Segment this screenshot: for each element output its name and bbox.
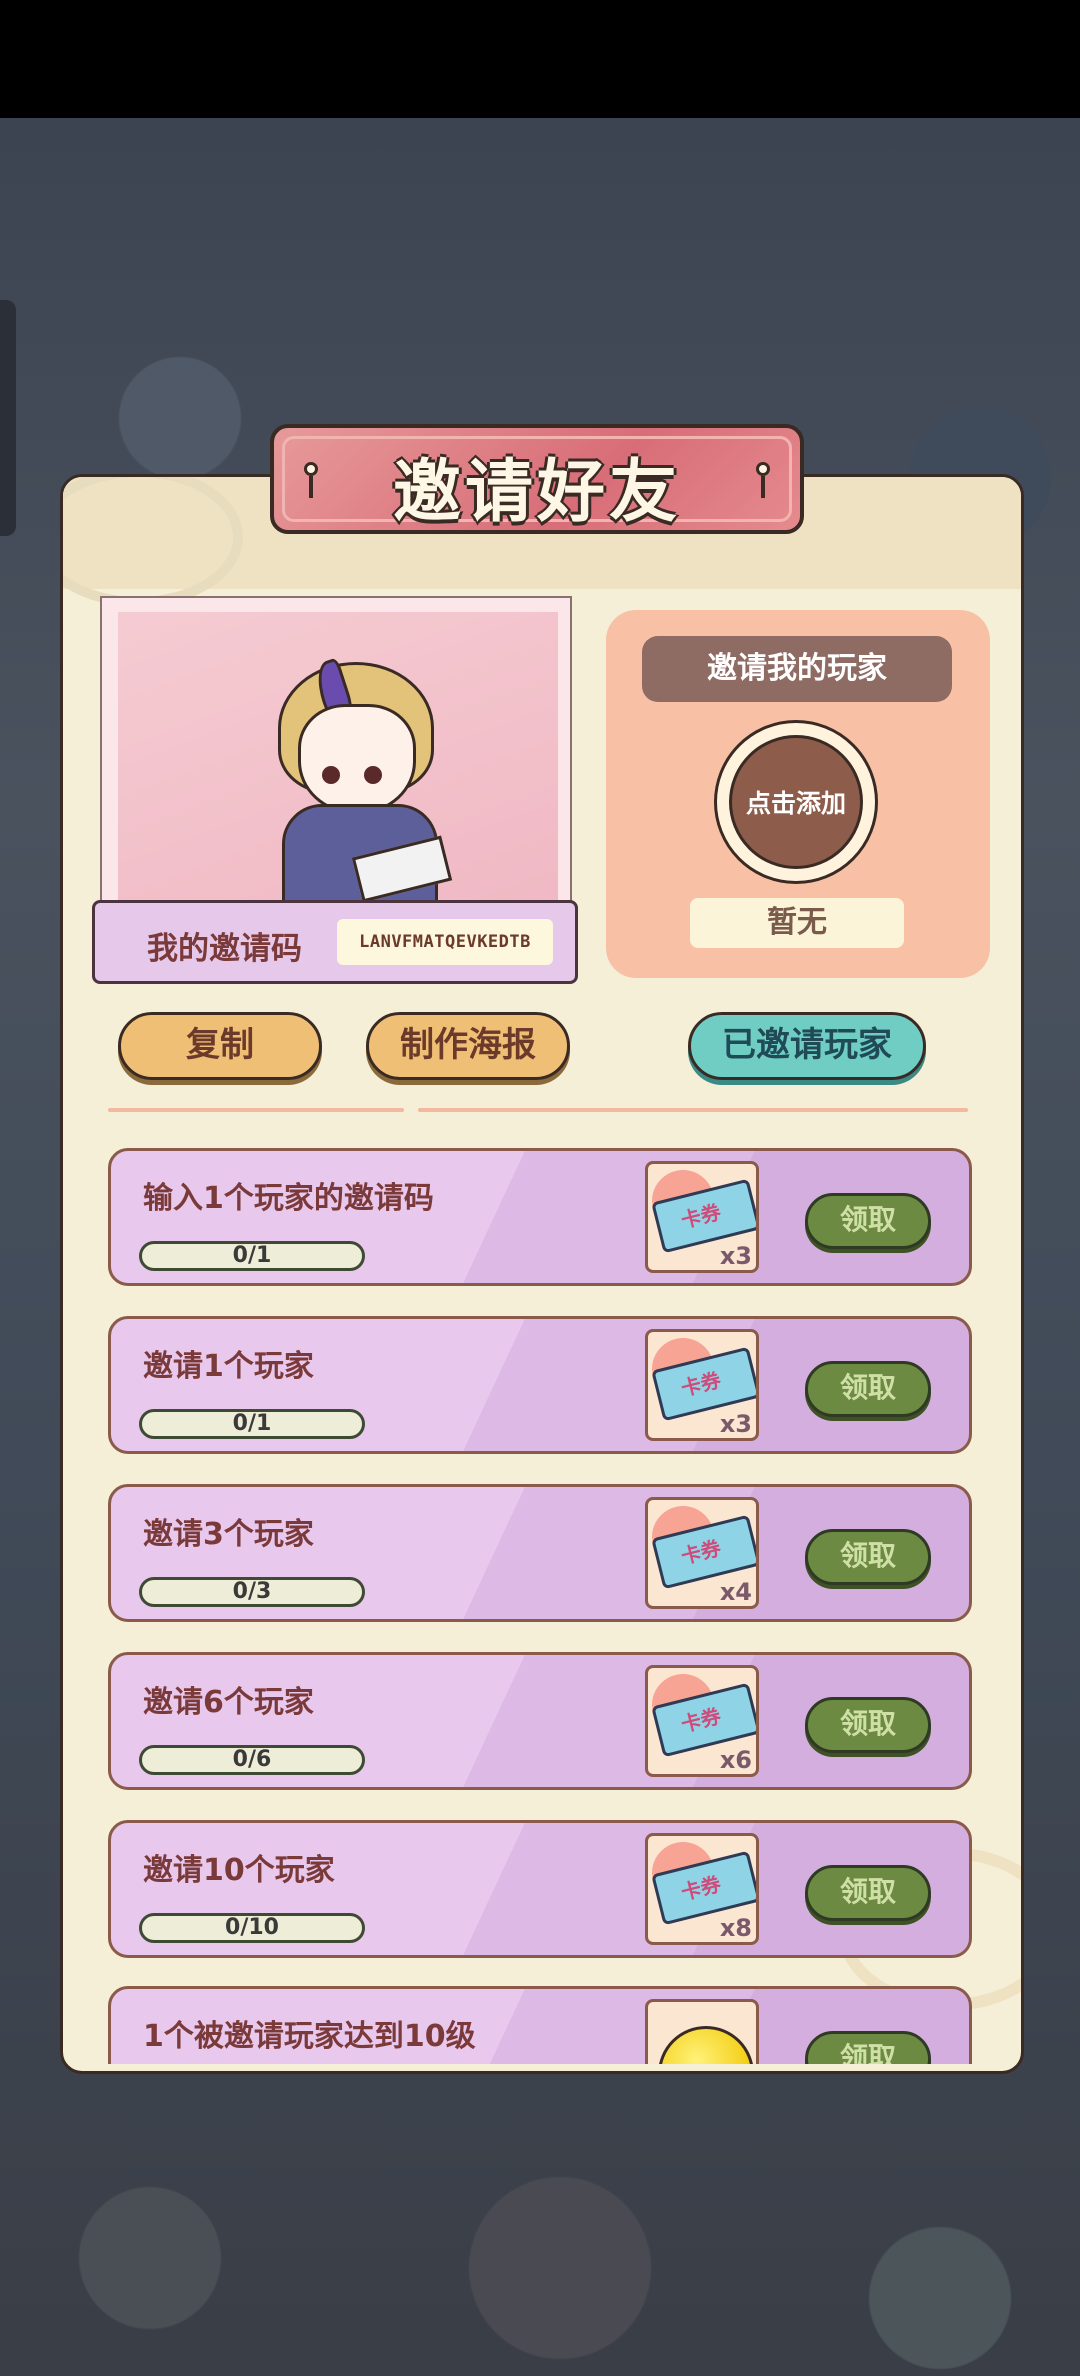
reward-slot: 卡券 x3 [645, 1329, 759, 1441]
claim-button[interactable]: 领取 [805, 1697, 931, 1753]
task-row: 邀请1个玩家 0/1 卡券 x3 领取 [108, 1316, 972, 1454]
claim-button[interactable]: 领取 [805, 1865, 931, 1921]
reward-slot: 卡券 x4 [645, 1497, 759, 1609]
invite-code-label: 我的邀请码 [147, 931, 302, 967]
task-row: 邀请10个玩家 0/10 卡券 x8 领取 [108, 1820, 972, 1958]
invite-code-bar: 我的邀请码 LANVFMATQEVKEDTB [92, 900, 578, 984]
inviter-status: 暂无 [690, 898, 904, 948]
reward-quantity: x4 [719, 1578, 752, 1606]
task-row: 输入1个玩家的邀请码 0/1 卡券 x3 领取 [108, 1148, 972, 1286]
reward-quantity: x3 [719, 1410, 752, 1438]
reward-quantity: x8 [719, 1914, 752, 1942]
character-eye [322, 766, 340, 784]
add-inviter-button[interactable]: 点击添加 [714, 720, 878, 884]
invite-code-value: LANVFMATQEVKEDTB [337, 919, 553, 965]
task-progress: 0/10 [139, 1913, 365, 1943]
gold-coin-icon [658, 2026, 754, 2064]
task-name: 邀请1个玩家 [143, 1349, 314, 1384]
reward-quantity: x3 [719, 1242, 752, 1270]
task-clip: 1个被邀请玩家达到10级 领取 [108, 1986, 972, 2064]
task-progress: 0/6 [139, 1745, 365, 1775]
page-title: 邀请好友 [392, 453, 681, 532]
task-progress: 0/1 [139, 1409, 365, 1439]
task-row: 邀请3个玩家 0/3 卡券 x4 领取 [108, 1484, 972, 1622]
task-row: 1个被邀请玩家达到10级 领取 [108, 1986, 972, 2064]
reward-slot: 卡券 x3 [645, 1161, 759, 1273]
make-poster-button[interactable]: 制作海报 [366, 1012, 570, 1080]
task-name: 邀请6个玩家 [143, 1685, 314, 1720]
claim-button[interactable]: 领取 [805, 2031, 931, 2064]
task-name: 1个被邀请玩家达到10级 [143, 2019, 476, 2054]
task-progress: 0/1 [139, 1241, 365, 1271]
character-portrait [100, 596, 572, 916]
reward-slot: 卡券 x6 [645, 1665, 759, 1777]
side-handle[interactable] [0, 300, 16, 536]
title-banner: 邀请好友 [270, 424, 804, 534]
claim-button[interactable]: 领取 [805, 1361, 931, 1417]
task-name: 邀请3个玩家 [143, 1517, 314, 1552]
character-eye [364, 766, 382, 784]
inviter-header: 邀请我的玩家 [642, 636, 952, 702]
invited-players-button[interactable]: 已邀请玩家 [688, 1012, 926, 1080]
status-bar [0, 0, 1080, 118]
add-inviter-label: 点击添加 [729, 735, 863, 869]
copy-button[interactable]: 复制 [118, 1012, 322, 1080]
claim-button[interactable]: 领取 [805, 1193, 931, 1249]
divider [418, 1108, 968, 1112]
reward-quantity: x6 [719, 1746, 752, 1774]
task-name: 邀请10个玩家 [143, 1853, 335, 1888]
divider [108, 1108, 404, 1112]
task-name: 输入1个玩家的邀请码 [143, 1181, 434, 1216]
task-progress: 0/3 [139, 1577, 365, 1607]
character-face [298, 704, 416, 814]
reward-slot: 卡券 x8 [645, 1833, 759, 1945]
reward-slot [645, 1999, 759, 2064]
task-row: 邀请6个玩家 0/6 卡券 x6 领取 [108, 1652, 972, 1790]
inviter-box: 邀请我的玩家 点击添加 暂无 [606, 610, 990, 978]
claim-button[interactable]: 领取 [805, 1529, 931, 1585]
